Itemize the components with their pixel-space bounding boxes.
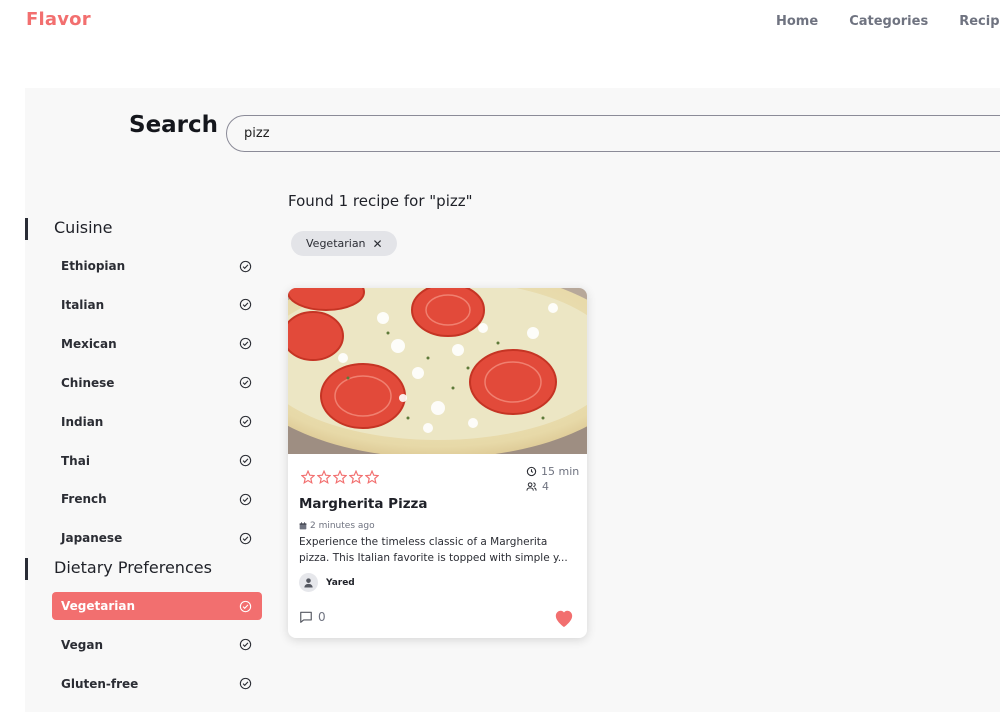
close-icon[interactable]: ✕ bbox=[373, 238, 383, 250]
check-circle-icon bbox=[239, 532, 252, 544]
search-panel: Search Cuisine Ethiopian Italian Mexican Ch… bbox=[25, 88, 1000, 712]
check-circle-icon bbox=[239, 377, 252, 389]
cook-time: 15 min bbox=[526, 465, 579, 478]
filter-item-vegan[interactable]: Vegan bbox=[52, 631, 262, 659]
filter-item-label: Italian bbox=[61, 297, 105, 312]
filter-item-ethiopian[interactable]: Ethiopian bbox=[52, 252, 262, 280]
filter-item-label: Chinese bbox=[61, 375, 115, 390]
star-icon[interactable] bbox=[333, 470, 347, 484]
filter-item-label: French bbox=[61, 492, 107, 507]
filter-item-mexican[interactable]: Mexican bbox=[52, 330, 262, 358]
recipe-description: Experience the timeless classic of a Mar… bbox=[299, 536, 568, 564]
top-nav: Home Categories Recipe bbox=[776, 14, 1000, 29]
filter-item-thai[interactable]: Thai bbox=[52, 447, 262, 475]
filter-item-vegetarian[interactable]: Vegetarian bbox=[52, 592, 262, 620]
check-circle-icon bbox=[239, 299, 252, 311]
cuisine-heading: Cuisine bbox=[25, 218, 113, 240]
filter-item-chinese[interactable]: Chinese bbox=[52, 369, 262, 397]
calendar-icon bbox=[299, 522, 307, 530]
filter-item-label: Indian bbox=[61, 414, 104, 429]
servings: 4 bbox=[526, 480, 549, 493]
pizza-image bbox=[288, 288, 587, 454]
star-icon[interactable] bbox=[365, 470, 379, 484]
filter-item-italian[interactable]: Italian bbox=[52, 291, 262, 319]
star-icon[interactable] bbox=[349, 470, 363, 484]
nav-categories[interactable]: Categories bbox=[849, 14, 928, 29]
comments-count: 0 bbox=[318, 610, 326, 624]
users-icon bbox=[526, 482, 537, 491]
heart-icon[interactable] bbox=[553, 608, 575, 628]
comments-button[interactable]: 0 bbox=[299, 610, 326, 624]
search-label: Search bbox=[129, 112, 219, 138]
search-input[interactable] bbox=[226, 115, 1000, 152]
filter-item-gluten-free[interactable]: Gluten-free bbox=[52, 670, 262, 698]
star-icon[interactable] bbox=[301, 470, 315, 484]
filter-item-japanese[interactable]: Japanese bbox=[52, 524, 262, 552]
posted-time: 2 minutes ago bbox=[299, 521, 375, 531]
author-name[interactable]: Yared bbox=[326, 578, 355, 588]
recipe-author[interactable]: Yared bbox=[299, 573, 355, 592]
check-circle-icon bbox=[239, 260, 252, 272]
dietary-heading: Dietary Preferences bbox=[25, 558, 212, 580]
check-circle-icon bbox=[239, 639, 252, 651]
check-circle-icon bbox=[239, 678, 252, 690]
nav-home[interactable]: Home bbox=[776, 14, 818, 29]
filter-item-label: Vegan bbox=[61, 637, 103, 652]
filter-item-indian[interactable]: Indian bbox=[52, 408, 262, 436]
filter-item-label: Japanese bbox=[61, 531, 123, 546]
check-circle-icon bbox=[239, 338, 252, 350]
nav-recipe[interactable]: Recipe bbox=[959, 14, 1000, 29]
recipe-title[interactable]: Margherita Pizza bbox=[299, 496, 428, 512]
user-icon bbox=[304, 578, 313, 588]
check-circle-icon bbox=[239, 600, 252, 612]
active-filter-chip[interactable]: Vegetarian ✕ bbox=[291, 231, 397, 256]
check-circle-icon bbox=[239, 454, 252, 467]
brand-logo[interactable]: Flavor bbox=[26, 9, 91, 30]
check-circle-icon bbox=[239, 415, 252, 428]
filter-item-label: Vegetarian bbox=[61, 599, 136, 613]
filter-item-label: Ethiopian bbox=[61, 259, 126, 273]
rating-stars[interactable] bbox=[301, 470, 379, 484]
filter-item-label: Mexican bbox=[61, 336, 117, 351]
clock-icon bbox=[526, 466, 537, 477]
recipe-card[interactable]: 15 min 4 Margherita Pizza 2 minutes ago … bbox=[288, 288, 587, 638]
chip-label: Vegetarian bbox=[306, 237, 366, 250]
filter-item-label: Gluten-free bbox=[61, 676, 139, 691]
comment-icon bbox=[300, 611, 312, 623]
check-circle-icon bbox=[239, 493, 252, 506]
servings-value: 4 bbox=[542, 480, 549, 493]
star-icon[interactable] bbox=[317, 470, 331, 484]
avatar[interactable] bbox=[299, 573, 318, 592]
posted-time-value: 2 minutes ago bbox=[310, 521, 375, 531]
filter-item-french[interactable]: French bbox=[52, 485, 262, 513]
cook-time-value: 15 min bbox=[541, 465, 580, 478]
results-count: Found 1 recipe for "pizz" bbox=[288, 192, 473, 210]
filter-item-label: Thai bbox=[61, 453, 90, 468]
